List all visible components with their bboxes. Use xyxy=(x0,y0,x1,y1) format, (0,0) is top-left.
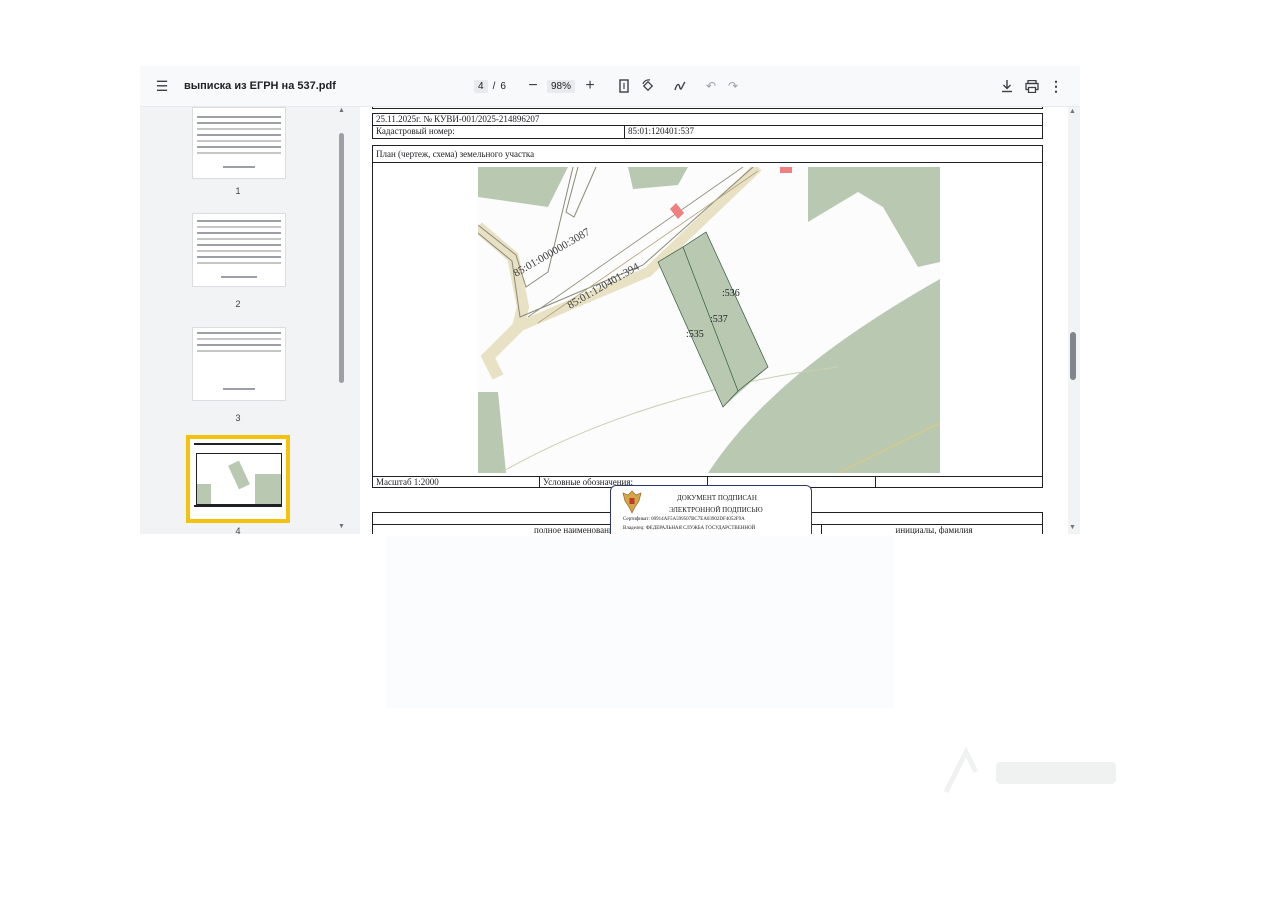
print-icon[interactable] xyxy=(1020,66,1044,106)
cadastral-value: 85:01:120401:537 xyxy=(625,126,1043,139)
hamburger-menu-icon[interactable]: ☰ xyxy=(150,66,174,106)
thumbnail-label: 4 xyxy=(235,526,241,534)
document-page: 25.11.2025г. № КУВИ-001/2025-214896207 К… xyxy=(360,107,1068,534)
page-indicator: 4 / 6 xyxy=(474,66,506,106)
thumbnail-image-selected xyxy=(186,435,290,523)
thumbnail-sidebar: 1 2 3 4 ▲ ▼ xyxy=(140,107,350,534)
download-icon[interactable] xyxy=(995,66,1019,106)
thumbnail-label: 3 xyxy=(235,413,241,423)
file-name: выписка из ЕГРН на 537.pdf xyxy=(184,80,336,92)
table-top-edge xyxy=(372,107,1043,109)
watermark xyxy=(936,742,1136,802)
parcel-label-537: :537 xyxy=(710,314,728,325)
thumbnail-page-1[interactable] xyxy=(192,107,288,179)
main-scroll-down-icon[interactable]: ▼ xyxy=(1069,524,1076,531)
stamp-line-1: ДОКУМЕНТ ПОДПИСАН xyxy=(677,494,757,502)
legend-cell xyxy=(876,477,1043,488)
initials-label: инициалы, фамилия xyxy=(822,524,1043,534)
zoom-field[interactable]: 98% xyxy=(547,66,576,106)
fit-page-icon[interactable] xyxy=(612,66,636,106)
scale-label: Масштаб 1:2000 xyxy=(372,477,540,488)
cadastral-map: 85:01:000000:3087 85:01:120401:394 :536 … xyxy=(478,167,940,473)
thumbnail-label: 1 xyxy=(235,186,241,196)
toolbar: ☰ выписка из ЕГРН на 537.pdf 4 / 6 − 98%… xyxy=(140,66,1080,107)
faded-overlay xyxy=(386,536,894,708)
sidebar-scroll-up-icon[interactable]: ▲ xyxy=(338,107,345,114)
page-separator: / xyxy=(492,80,496,92)
more-options-icon[interactable]: ⋮ xyxy=(1044,66,1068,106)
stamp-owner: Владелец: ФЕДЕРАЛЬНАЯ СЛУЖБА ГОСУДАРСТВЕ… xyxy=(623,526,756,531)
zoom-level[interactable]: 98% xyxy=(547,79,576,93)
stamp-line-2: ЭЛЕКТРОННОЙ ПОДПИСЬЮ xyxy=(669,506,763,514)
thumbnail-image xyxy=(192,327,286,401)
stamp-certificate: Сертификат: 00914AF5A599507BC7EA03902DF4… xyxy=(623,517,745,522)
parcel-label-536: :536 xyxy=(722,288,740,299)
thumbnail-page-3[interactable] xyxy=(192,327,288,401)
page-number-input[interactable]: 4 xyxy=(474,79,488,93)
plan-title: План (чертеж, схема) земельного участка xyxy=(372,145,1043,163)
sidebar-scrollbar[interactable] xyxy=(339,133,344,383)
electronic-signature-stamp: ДОКУМЕНТ ПОДПИСАН ЭЛЕКТРОННОЙ ПОДПИСЬЮ С… xyxy=(610,485,812,534)
zoom-in-button[interactable]: + xyxy=(578,66,602,106)
thumbnail-map xyxy=(196,453,282,505)
thumbnail-image xyxy=(192,107,286,179)
road-label-3087: 85:01:000000:3087 xyxy=(512,226,593,280)
thumbnail-image xyxy=(192,213,286,287)
coat-of-arms-icon xyxy=(622,490,642,514)
redo-icon[interactable]: ↷ xyxy=(721,66,745,106)
thumbnail-page-4[interactable] xyxy=(186,435,290,523)
main-scroll-up-icon[interactable]: ▲ xyxy=(1069,108,1076,115)
pdf-viewer: ☰ выписка из ЕГРН на 537.pdf 4 / 6 − 98%… xyxy=(140,66,1080,534)
undo-icon[interactable]: ↶ xyxy=(699,66,723,106)
zoom-out-button[interactable]: − xyxy=(521,66,545,106)
thumbnail-label: 2 xyxy=(235,299,241,309)
thumbnail-page-2[interactable] xyxy=(192,213,288,287)
rotate-icon[interactable] xyxy=(636,66,660,106)
header-line: 25.11.2025г. № КУВИ-001/2025-214896207 xyxy=(372,113,1043,126)
road-label-394: 85:01:120401:394 xyxy=(566,261,642,312)
cadastral-label: Кадастровый номер: xyxy=(372,126,625,139)
annotate-icon[interactable] xyxy=(668,66,692,106)
total-pages: 6 xyxy=(500,80,506,92)
main-scrollbar[interactable] xyxy=(1070,332,1076,380)
sidebar-scroll-down-icon[interactable]: ▼ xyxy=(338,523,345,530)
parcel-label-535: :535 xyxy=(686,329,704,340)
